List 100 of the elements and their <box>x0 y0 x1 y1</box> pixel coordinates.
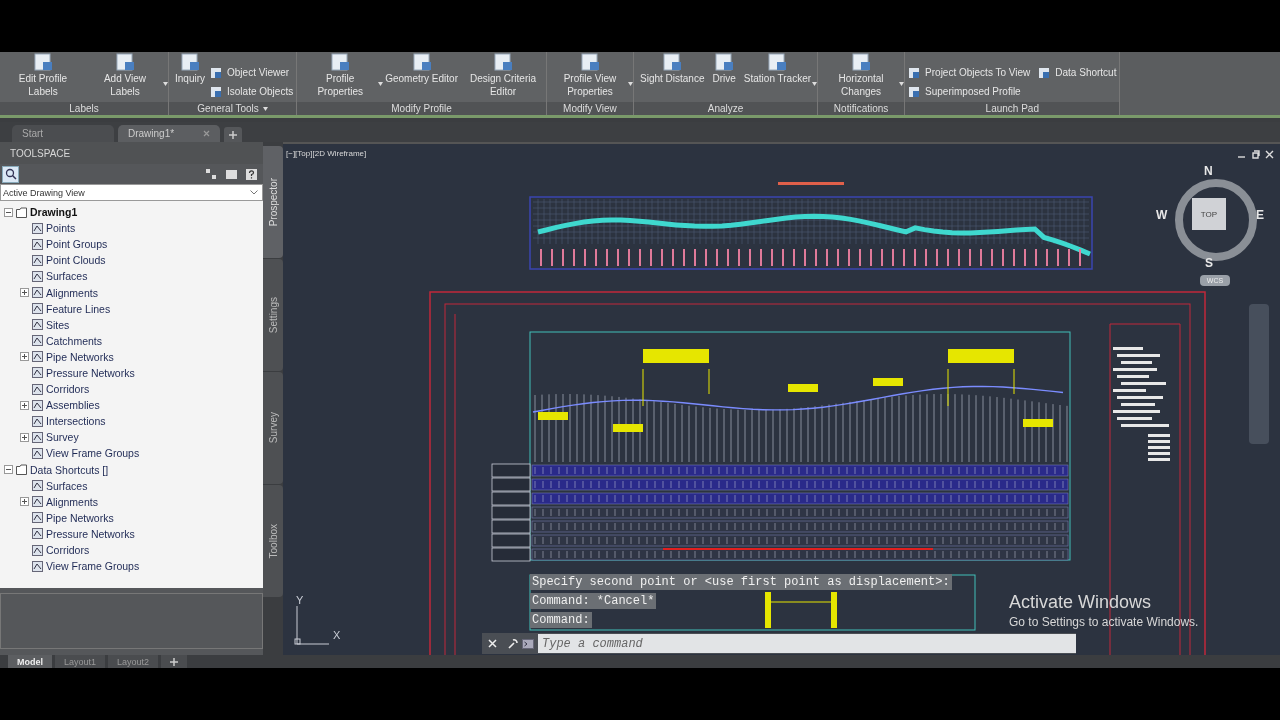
side-tab[interactable]: Prospector <box>263 146 283 258</box>
node-icon <box>32 399 43 411</box>
close-button[interactable] <box>1265 150 1274 159</box>
new-layout-button[interactable] <box>161 655 188 668</box>
tree-item[interactable]: Pressure Networks <box>46 367 135 379</box>
help-icon <box>246 168 257 180</box>
expand-button[interactable] <box>20 288 29 297</box>
compass-label[interactable]: S <box>1205 256 1213 270</box>
compass-label[interactable]: N <box>1204 164 1213 178</box>
tree-item[interactable]: Corridors <box>46 383 90 396</box>
ribbon-button[interactable]: Isolate Objects <box>210 85 294 98</box>
plus-icon <box>170 657 179 666</box>
tree-item[interactable]: Alignments <box>46 286 98 299</box>
tree-item[interactable]: Drawing1 <box>30 206 78 219</box>
tree-item[interactable]: Feature Lines <box>46 302 111 315</box>
tree-item[interactable]: Points <box>46 222 76 235</box>
toolbar-button[interactable] <box>226 168 237 180</box>
ribbon-button[interactable]: Superimposed Profile <box>908 85 1031 98</box>
ribbon-button[interactable]: Drive <box>709 52 739 85</box>
viewcube-face[interactable]: TOP <box>1192 198 1226 230</box>
tree-item[interactable]: Pressure Networks <box>46 527 135 540</box>
panel-title: Modify View <box>547 102 633 115</box>
tree-item[interactable]: Pipe Networks <box>46 350 114 363</box>
tool-icon <box>713 52 736 72</box>
search-icon <box>4 168 17 180</box>
ribbon-button[interactable]: Object Viewer <box>210 66 294 79</box>
view-dropdown[interactable]: Active Drawing View <box>0 184 263 201</box>
restore-icon <box>1251 150 1260 159</box>
activation-title: Activate Windows <box>1009 592 1153 613</box>
tree-item[interactable]: Intersections <box>46 415 106 428</box>
tool-icon <box>32 52 54 72</box>
document-tab[interactable]: Drawing1* <box>118 125 220 142</box>
ribbon-button[interactable]: Profile Properties <box>300 52 381 98</box>
node-icon <box>32 287 43 298</box>
tree-item[interactable]: Pipe Networks <box>46 511 114 524</box>
expand-button[interactable] <box>20 352 29 362</box>
tool-icon <box>1038 66 1051 79</box>
expand-button[interactable] <box>20 497 29 507</box>
window-icon <box>226 168 237 180</box>
ribbon-button[interactable]: Data Shortcut <box>1038 66 1117 79</box>
tree-item[interactable]: View Frame Groups <box>46 560 140 573</box>
toolbar-button[interactable] <box>206 168 217 180</box>
plus-icon <box>20 352 29 362</box>
ribbon-button[interactable]: Station Tracker <box>740 52 815 85</box>
ribbon-button[interactable]: Design Criteria Editor <box>463 52 543 98</box>
panel-title: Modify Profile <box>297 102 546 115</box>
ribbon-button[interactable]: Edit Profile Labels <box>3 52 83 98</box>
node-icon <box>32 367 43 379</box>
collapse-button[interactable] <box>4 465 13 475</box>
expand-button[interactable] <box>20 400 29 410</box>
node-icon <box>32 480 43 492</box>
plus-icon <box>20 400 29 410</box>
ribbon-button[interactable]: Project Objects To View <box>908 66 1031 79</box>
new-tab-button[interactable] <box>224 127 242 142</box>
tool-icon <box>850 52 873 72</box>
side-tab[interactable]: Survey <box>263 372 283 484</box>
tree-item[interactable]: Corridors <box>46 544 90 556</box>
toolspace-title: TOOLSPACE <box>0 142 263 164</box>
document-tab[interactable]: Start <box>12 125 114 142</box>
ribbon-button[interactable]: Horizontal Changes <box>821 52 902 98</box>
tree-item[interactable]: View Frame Groups <box>46 447 140 460</box>
node-icon <box>32 544 43 556</box>
tree-item[interactable]: Data Shortcuts [] <box>30 463 109 476</box>
tool-icon <box>179 52 201 72</box>
viewport-controls[interactable]: [−][Top][2D Wireframe] <box>286 149 367 158</box>
panel-title: Notifications <box>818 102 905 115</box>
close-icon <box>487 639 497 648</box>
tree-item[interactable]: Surfaces <box>46 270 88 283</box>
tree-item[interactable]: Sites <box>46 318 70 331</box>
tool-icon <box>908 66 921 79</box>
ribbon-button[interactable]: Sight Distance <box>637 52 708 85</box>
axis-label: X <box>333 629 341 641</box>
tree-item[interactable]: Surfaces <box>46 479 88 492</box>
prompt-icon <box>522 638 534 649</box>
ribbon-button[interactable]: Add View Labels <box>85 52 165 98</box>
toolbar-button[interactable] <box>246 168 257 180</box>
ribbon-button[interactable]: Geometry Editor <box>382 52 461 85</box>
ribbon-button[interactable]: Inquiry <box>172 52 208 85</box>
node-icon <box>32 335 43 347</box>
side-tab[interactable]: Settings <box>263 259 283 371</box>
tree-item[interactable]: Assemblies <box>46 399 100 412</box>
ribbon-button[interactable]: Profile View Properties <box>550 52 630 98</box>
tree-item[interactable]: Alignments <box>46 495 98 508</box>
compass-label[interactable]: E <box>1256 208 1264 222</box>
collapse-button[interactable] <box>4 207 13 217</box>
command-input-field[interactable]: Type a command <box>538 634 1076 653</box>
search-button[interactable] <box>2 165 19 183</box>
tree-item[interactable]: Point Clouds <box>46 254 106 267</box>
panel-title: Launch Pad <box>905 102 1120 115</box>
expand-button[interactable] <box>20 432 29 442</box>
restore-button[interactable] <box>1251 150 1260 159</box>
layout-tab[interactable]: Model <box>8 655 52 668</box>
side-tab[interactable]: Toolbox <box>263 485 283 597</box>
tree-item[interactable]: Catchments <box>46 334 103 347</box>
tree-item[interactable]: Point Groups <box>46 238 108 251</box>
ucs-axis-icon <box>294 605 330 645</box>
compass-label[interactable]: W <box>1156 208 1168 222</box>
tree-item[interactable]: Survey <box>46 431 79 444</box>
tool-icon <box>410 52 433 72</box>
node-icon <box>32 351 43 363</box>
